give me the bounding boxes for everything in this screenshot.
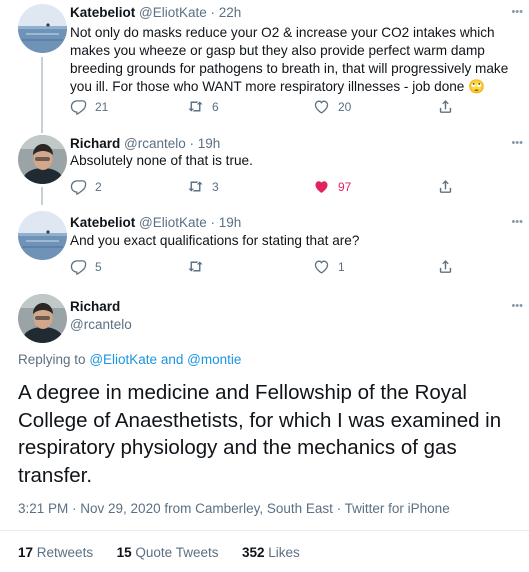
timestamp[interactable]: · 22h bbox=[211, 5, 242, 20]
tweet-3[interactable]: Katebeliot @EliotKate · 19h ••• And you … bbox=[0, 205, 529, 285]
tweet-text: Not only do masks reduce your O2 & incre… bbox=[70, 24, 510, 96]
reply-button[interactable]: 5 bbox=[70, 258, 102, 275]
avatar[interactable] bbox=[18, 294, 67, 343]
more-icon[interactable]: ••• bbox=[511, 7, 523, 18]
avatar[interactable] bbox=[18, 4, 67, 53]
avatar-image-icon bbox=[18, 4, 67, 53]
retweet-button[interactable] bbox=[187, 258, 212, 275]
share-button[interactable] bbox=[437, 98, 454, 115]
share-button[interactable] bbox=[437, 178, 454, 195]
tweet-text: Absolutely none of that is true. bbox=[70, 153, 253, 168]
like-count: 1 bbox=[338, 259, 345, 274]
reply-icon bbox=[70, 258, 87, 275]
mention-link[interactable]: @EliotKate bbox=[89, 352, 157, 367]
likes-stat[interactable]: 352 Likes bbox=[242, 545, 300, 560]
handle[interactable]: @EliotKate bbox=[139, 5, 207, 20]
reply-icon bbox=[70, 178, 87, 195]
like-button[interactable]: 1 bbox=[313, 258, 345, 275]
tweet-1[interactable]: Katebeliot @EliotKate · 22h ••• Not only… bbox=[0, 0, 529, 125]
reply-button[interactable]: 2 bbox=[70, 178, 102, 195]
retweet-icon bbox=[187, 258, 204, 275]
display-name[interactable]: Richard bbox=[70, 136, 120, 151]
mention-and: and bbox=[160, 352, 184, 367]
share-icon bbox=[437, 258, 454, 275]
thread-connector bbox=[41, 57, 43, 125]
tweet-actions: 5 1 bbox=[70, 258, 510, 278]
main-tweet-text: A degree in medicine and Fellowship of t… bbox=[18, 381, 502, 487]
avatar-image-icon bbox=[18, 135, 67, 184]
display-name[interactable]: Katebeliot bbox=[70, 215, 135, 230]
heart-icon bbox=[313, 258, 330, 275]
avatar-image-icon bbox=[18, 294, 67, 343]
tweet-meta[interactable]: 3:21 PM · Nov 29, 2020 from Camberley, S… bbox=[18, 501, 450, 516]
reply-count: 21 bbox=[95, 99, 109, 114]
author-handle[interactable]: @rcantelo bbox=[70, 317, 132, 332]
handle[interactable]: @rcantelo bbox=[70, 317, 132, 332]
more-icon[interactable]: ••• bbox=[511, 301, 523, 312]
retweets-count: 17 bbox=[18, 545, 34, 560]
quotes-label: Quote Tweets bbox=[135, 545, 219, 560]
like-button[interactable]: 97 bbox=[313, 178, 351, 195]
thread-connector bbox=[41, 187, 43, 205]
share-button[interactable] bbox=[437, 258, 454, 275]
tweet-text: And you exact qualifications for stating… bbox=[70, 233, 360, 248]
mention-link[interactable]: @montie bbox=[187, 352, 241, 367]
more-icon[interactable]: ••• bbox=[511, 217, 523, 228]
author-name[interactable]: Richard bbox=[70, 299, 120, 314]
display-name[interactable]: Katebeliot bbox=[70, 5, 135, 20]
reply-icon bbox=[70, 98, 87, 115]
like-count: 97 bbox=[338, 179, 352, 194]
divider bbox=[0, 530, 529, 531]
tweet-header: Katebeliot @EliotKate · 19h bbox=[70, 215, 241, 230]
retweet-count: 6 bbox=[212, 99, 219, 114]
more-icon[interactable]: ••• bbox=[511, 138, 523, 149]
likes-label: Likes bbox=[268, 545, 300, 560]
main-tweet: Richard @rcantelo ••• Replying to @Eliot… bbox=[0, 285, 529, 572]
retweet-button[interactable]: 3 bbox=[187, 178, 219, 195]
retweet-count: 3 bbox=[212, 179, 219, 194]
quotes-count: 15 bbox=[116, 545, 132, 560]
eye-roll-emoji-icon: 🙄 bbox=[468, 79, 486, 94]
tweet-header: Katebeliot @EliotKate · 22h bbox=[70, 5, 241, 20]
retweet-icon bbox=[187, 98, 204, 115]
avatar[interactable] bbox=[18, 135, 67, 184]
tweet-header: Richard @rcantelo · 19h bbox=[70, 136, 220, 151]
like-count: 20 bbox=[338, 99, 352, 114]
retweets-label: Retweets bbox=[36, 545, 94, 560]
display-name[interactable]: Richard bbox=[70, 299, 120, 314]
reply-count: 5 bbox=[95, 259, 102, 274]
replying-to: Replying to @EliotKate and @montie bbox=[18, 352, 241, 367]
quote-tweets-stat[interactable]: 15 Quote Tweets bbox=[117, 545, 219, 560]
retweets-stat[interactable]: 17 Retweets bbox=[18, 545, 93, 560]
tweet-actions: 2 3 97 bbox=[70, 178, 510, 198]
share-icon bbox=[437, 98, 454, 115]
tweet-text-content: Not only do masks reduce your O2 & incre… bbox=[70, 25, 509, 94]
thread-connector bbox=[41, 125, 43, 133]
handle[interactable]: @EliotKate bbox=[139, 215, 207, 230]
tweet-actions: 21 6 20 bbox=[70, 98, 510, 118]
avatar[interactable] bbox=[18, 211, 67, 260]
timestamp[interactable]: · 19h bbox=[190, 136, 221, 151]
share-icon bbox=[437, 178, 454, 195]
replying-prefix: Replying to bbox=[18, 352, 86, 367]
avatar-image-icon bbox=[18, 211, 67, 260]
likes-count: 352 bbox=[242, 545, 265, 560]
reply-count: 2 bbox=[95, 179, 102, 194]
tweet-2[interactable]: Richard @rcantelo · 19h ••• Absolutely n… bbox=[0, 125, 529, 205]
like-button[interactable]: 20 bbox=[313, 98, 351, 115]
timestamp[interactable]: · 19h bbox=[211, 215, 242, 230]
handle[interactable]: @rcantelo bbox=[124, 136, 186, 151]
retweet-icon bbox=[187, 178, 204, 195]
heart-filled-icon bbox=[313, 178, 330, 195]
engagement-stats: 17 Retweets 15 Quote Tweets 352 Likes bbox=[18, 545, 300, 560]
reply-button[interactable]: 21 bbox=[70, 98, 108, 115]
retweet-button[interactable]: 6 bbox=[187, 98, 219, 115]
heart-icon bbox=[313, 98, 330, 115]
